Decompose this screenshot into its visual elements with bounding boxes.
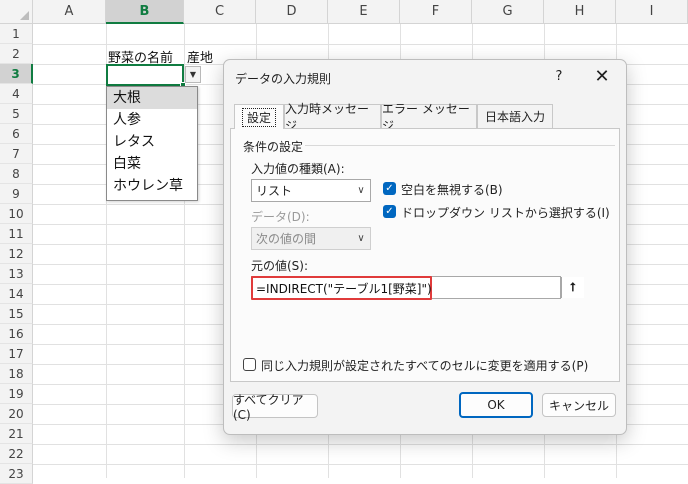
- allow-value: リスト: [256, 184, 293, 198]
- row-header-20[interactable]: 20: [0, 404, 33, 424]
- tab-settings[interactable]: 設定: [234, 104, 284, 129]
- row-header-15[interactable]: 15: [0, 304, 33, 324]
- row-header-19[interactable]: 19: [0, 384, 33, 404]
- gridline: [33, 464, 688, 465]
- row-header-3[interactable]: 3: [0, 64, 33, 84]
- column-header-b[interactable]: B: [106, 0, 184, 24]
- validation-dropdown-list: 大根 人参 レタス 白菜 ホウレン草: [106, 86, 198, 201]
- apply-all-label[interactable]: 同じ入力規則が設定されたすべてのセルに変更を適用する(P): [261, 357, 588, 374]
- list-item[interactable]: 人参: [107, 109, 197, 131]
- gridline: [33, 444, 688, 445]
- source-input[interactable]: =INDIRECT("テーブル1[野菜]") ⭡: [251, 276, 584, 300]
- dropdown-checkbox[interactable]: ✓: [383, 205, 396, 218]
- apply-all-checkbox[interactable]: [243, 358, 256, 371]
- row-header-22[interactable]: 22: [0, 444, 33, 464]
- cell-c2[interactable]: 産地: [187, 47, 213, 66]
- allow-select[interactable]: リスト ∨: [251, 179, 371, 202]
- row-header-5[interactable]: 5: [0, 104, 33, 124]
- ignore-blank-label[interactable]: 空白を無視する(B): [401, 181, 503, 198]
- row-header-2[interactable]: 2: [0, 44, 33, 64]
- row-header-12[interactable]: 12: [0, 244, 33, 264]
- column-header-e[interactable]: E: [328, 0, 400, 24]
- row-header-17[interactable]: 17: [0, 344, 33, 364]
- allow-label: 入力値の種類(A):: [251, 162, 345, 176]
- dropdown-label[interactable]: ドロップダウン リストから選択する(I): [401, 204, 610, 221]
- column-header-f[interactable]: F: [400, 0, 472, 24]
- row-header-6[interactable]: 6: [0, 124, 33, 144]
- row-header-16[interactable]: 16: [0, 324, 33, 344]
- close-icon[interactable]: ✕: [589, 64, 615, 88]
- dialog-title: データの入力規則: [235, 72, 332, 86]
- row-header-13[interactable]: 13: [0, 264, 33, 284]
- column-header-g[interactable]: G: [472, 0, 544, 24]
- validation-dropdown-button[interactable]: ▼: [185, 66, 201, 83]
- column-header-d[interactable]: D: [256, 0, 328, 24]
- chevron-down-icon: ∨: [357, 233, 365, 244]
- corner-triangle-icon: [20, 11, 29, 20]
- collapse-dialog-button[interactable]: ⭡: [561, 277, 584, 298]
- row-header-7[interactable]: 7: [0, 144, 33, 164]
- column-header-h[interactable]: H: [544, 0, 616, 24]
- active-cell-b3[interactable]: [106, 64, 184, 86]
- arrow-up-icon: ⭡: [570, 280, 576, 294]
- list-item[interactable]: レタス: [107, 131, 197, 153]
- column-header-i[interactable]: I: [616, 0, 688, 24]
- settings-panel: 条件の設定 入力値の種類(A): リスト ∨ ✓ 空白を無視する(B) ✓ ドロ…: [230, 128, 620, 382]
- chevron-down-icon: ▼: [189, 70, 197, 79]
- ignore-blank-checkbox[interactable]: ✓: [383, 182, 396, 195]
- row-header-11[interactable]: 11: [0, 224, 33, 244]
- row-header-23[interactable]: 23: [0, 464, 33, 484]
- list-item[interactable]: 白菜: [107, 153, 197, 175]
- data-label: データ(D):: [251, 210, 310, 224]
- chevron-down-icon: ∨: [357, 185, 365, 196]
- data-validation-dialog: データの入力規則 ? ✕ 設定 入力時メッセージ エラー メッセージ 日本語入力…: [223, 59, 627, 435]
- row-header-9[interactable]: 9: [0, 184, 33, 204]
- tab-ime[interactable]: 日本語入力: [477, 104, 553, 128]
- tab-input-message[interactable]: 入力時メッセージ: [284, 102, 381, 133]
- row-header-4[interactable]: 4: [0, 84, 33, 104]
- select-all-corner[interactable]: [0, 0, 33, 24]
- source-label: 元の値(S):: [251, 259, 309, 273]
- gridline: [33, 44, 688, 45]
- column-header-a[interactable]: A: [33, 0, 106, 24]
- tab-label: 設定: [241, 107, 276, 127]
- row-header-1[interactable]: 1: [0, 24, 33, 44]
- tab-error-message[interactable]: エラー メッセージ: [381, 102, 477, 133]
- row-header-14[interactable]: 14: [0, 284, 33, 304]
- divider: [305, 145, 615, 146]
- row-header-21[interactable]: 21: [0, 424, 33, 444]
- help-button[interactable]: ?: [548, 64, 570, 88]
- source-value[interactable]: =INDIRECT("テーブル1[野菜]"): [251, 276, 432, 300]
- ok-button[interactable]: OK: [459, 392, 533, 418]
- cancel-button[interactable]: キャンセル: [542, 393, 616, 417]
- row-header-8[interactable]: 8: [0, 164, 33, 184]
- column-header-c[interactable]: C: [184, 0, 256, 24]
- data-value: 次の値の間: [256, 232, 317, 246]
- row-header-10[interactable]: 10: [0, 204, 33, 224]
- clear-all-button[interactable]: すべてクリア(C): [232, 393, 318, 422]
- row-header-18[interactable]: 18: [0, 364, 33, 384]
- section-title: 条件の設定: [243, 140, 304, 154]
- list-item[interactable]: 大根: [107, 87, 197, 109]
- data-select[interactable]: 次の値の間 ∨: [251, 227, 371, 250]
- list-item[interactable]: ホウレン草: [107, 175, 197, 197]
